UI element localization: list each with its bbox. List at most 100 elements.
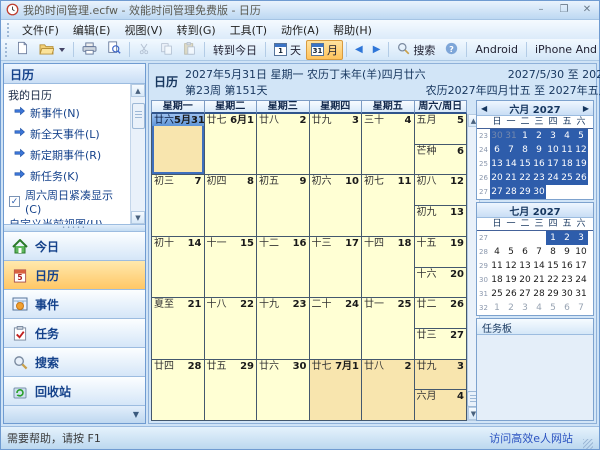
mini-cal-day[interactable]: 14 (504, 157, 518, 171)
mini-cal-day[interactable]: 4 (490, 245, 504, 259)
menu-actions[interactable]: 动作(A) (274, 20, 326, 40)
mini-cal-day[interactable]: 7 (532, 245, 546, 259)
mini-cal-day[interactable]: 28 (504, 185, 518, 199)
calendar-day-cell[interactable]: 廿七7月1 (310, 360, 363, 420)
menu-edit[interactable]: 编辑(E) (66, 20, 118, 40)
calendar-day-cell[interactable]: 廿九3 (310, 114, 363, 174)
copy-button[interactable] (155, 40, 178, 60)
mini-cal-day[interactable]: 19 (504, 273, 518, 287)
mini-cal-day[interactable]: 23 (560, 273, 574, 287)
mini-cal-day[interactable]: 6 (490, 143, 504, 157)
forward-button[interactable]: ▶ (368, 42, 386, 57)
mini-cal-day[interactable]: 3 (546, 129, 560, 143)
scroll-thumb[interactable] (132, 103, 145, 129)
menu-tools[interactable]: 工具(T) (223, 20, 274, 40)
mini-cal-day[interactable]: 10 (574, 245, 588, 259)
mini-cal-day[interactable]: 8 (546, 245, 560, 259)
mini-cal-day[interactable]: 15 (518, 157, 532, 171)
sidebar-item-recycle[interactable]: 回收站 (4, 377, 145, 406)
calendar-day-cell[interactable]: 初四8 (205, 175, 258, 235)
mini-cal-day[interactable]: 7 (574, 301, 588, 315)
calendar-day-cell[interactable]: 十三17 (310, 237, 363, 297)
mini-cal-day[interactable]: 3 (518, 301, 532, 315)
scroll-down-icon[interactable]: ▼ (131, 211, 145, 224)
calendar-day-cell[interactable]: 夏至21 (152, 298, 205, 358)
mini-cal-day[interactable]: 17 (574, 259, 588, 273)
calendar-day-cell[interactable]: 十一15 (205, 237, 258, 297)
calendar-day-cell[interactable]: 廿六30 (257, 360, 310, 420)
calendar-day-cell[interactable]: 廿八2 (257, 114, 310, 174)
menu-help[interactable]: 帮助(H) (326, 20, 379, 40)
search-button[interactable]: 搜索 (392, 40, 440, 60)
calendar-day-cell[interactable]: 廿一25 (362, 298, 415, 358)
mini-cal-day[interactable]: 20 (490, 171, 504, 185)
iphone-button[interactable]: iPhone And iPad (530, 41, 600, 58)
new-button[interactable] (11, 39, 34, 60)
mini-cal-day[interactable]: 17 (546, 157, 560, 171)
paste-button[interactable] (178, 40, 201, 60)
sidebar-item-search[interactable]: 搜索 (4, 348, 145, 377)
mini-cal-day[interactable]: 21 (504, 171, 518, 185)
mini-cal-day[interactable]: 2 (504, 301, 518, 315)
day-view-button[interactable]: 1天 (269, 40, 306, 60)
sidebar-action-1[interactable]: 新事件(N) (4, 102, 129, 123)
mini-cal-day[interactable]: 29 (546, 287, 560, 301)
calendar-sun-half[interactable]: 十六20 (415, 268, 467, 298)
mini-cal-day[interactable]: 18 (490, 273, 504, 287)
mini-cal-day[interactable]: 31 (504, 129, 518, 143)
mini-cal-day[interactable]: 21 (532, 273, 546, 287)
checkbox-checked-icon[interactable]: ✓ (9, 196, 20, 207)
calendar-day-cell[interactable]: 三十4 (362, 114, 415, 174)
calendar-day-cell[interactable]: 初三7 (152, 175, 205, 235)
mini-cal-day[interactable]: 16 (560, 259, 574, 273)
mini-cal-day[interactable]: 24 (574, 273, 588, 287)
mini-cal-day[interactable]: 13 (518, 259, 532, 273)
customize-view-link[interactable]: 自定义当前视图(U) (4, 216, 129, 224)
print-preview-button[interactable] (102, 39, 126, 60)
calendar-sun-half[interactable]: 初九13 (415, 206, 467, 236)
mini-cal-day[interactable]: 30 (560, 287, 574, 301)
mini-cal-day[interactable]: 5 (504, 245, 518, 259)
mini-cal-day[interactable] (546, 185, 560, 199)
scroll-up-icon[interactable]: ▲ (131, 84, 145, 97)
calendar-sat-half[interactable]: 五月5 (415, 114, 467, 145)
calendar-day-cell[interactable]: 二十24 (310, 298, 363, 358)
mini-cal-day[interactable] (560, 185, 574, 199)
print-button[interactable] (77, 40, 102, 60)
mini-cal-day[interactable]: 9 (532, 143, 546, 157)
mini-cal-day[interactable]: 19 (574, 157, 588, 171)
mini-cal-day[interactable]: 12 (504, 259, 518, 273)
calendar-day-cell[interactable]: 初十14 (152, 237, 205, 297)
mini-cal-day[interactable]: 12 (574, 143, 588, 157)
mini-cal-day[interactable]: 23 (532, 171, 546, 185)
calendar-day-cell[interactable]: 十八22 (205, 298, 258, 358)
calendar-sat-half[interactable]: 廿二26 (415, 298, 467, 329)
sidebar-collapse-button[interactable]: ▼ (133, 410, 139, 419)
sidebar-splitter[interactable]: ••••• (4, 224, 145, 232)
sidebar-action-4[interactable]: 新任务(K) (4, 165, 129, 186)
sidebar-item-tasks[interactable]: 任务 (4, 319, 145, 348)
mini-cal-day[interactable]: 26 (504, 287, 518, 301)
mini-cal-day[interactable] (532, 231, 546, 245)
sidebar-item-events[interactable]: 事件 (4, 290, 145, 319)
maximize-button[interactable]: ❐ (557, 3, 571, 17)
mini-cal-day[interactable]: 25 (560, 171, 574, 185)
mini-cal-day[interactable]: 6 (560, 301, 574, 315)
calendar-sat-half[interactable]: 初八12 (415, 175, 467, 206)
mini-cal-day[interactable]: 4 (560, 129, 574, 143)
calendar-sun-half[interactable]: 廿三27 (415, 329, 467, 359)
mini-cal-day[interactable]: 25 (490, 287, 504, 301)
mini-cal-day[interactable]: 22 (518, 171, 532, 185)
mini-cal-day[interactable]: 1 (546, 231, 560, 245)
menu-view[interactable]: 视图(V) (117, 20, 169, 40)
sidebar-item-today[interactable]: 今日 (4, 232, 145, 261)
mini-cal-day[interactable]: 30 (532, 185, 546, 199)
sidebar-action-3[interactable]: 新定期事件(R) (4, 144, 129, 165)
cut-button[interactable] (133, 40, 155, 60)
mini-cal-day[interactable]: 7 (504, 143, 518, 157)
mini-cal-day[interactable] (504, 231, 518, 245)
mini-cal-day[interactable] (518, 231, 532, 245)
mini-cal-day[interactable]: 11 (560, 143, 574, 157)
resize-grip[interactable] (583, 439, 593, 449)
task-panel-body[interactable] (477, 335, 593, 420)
